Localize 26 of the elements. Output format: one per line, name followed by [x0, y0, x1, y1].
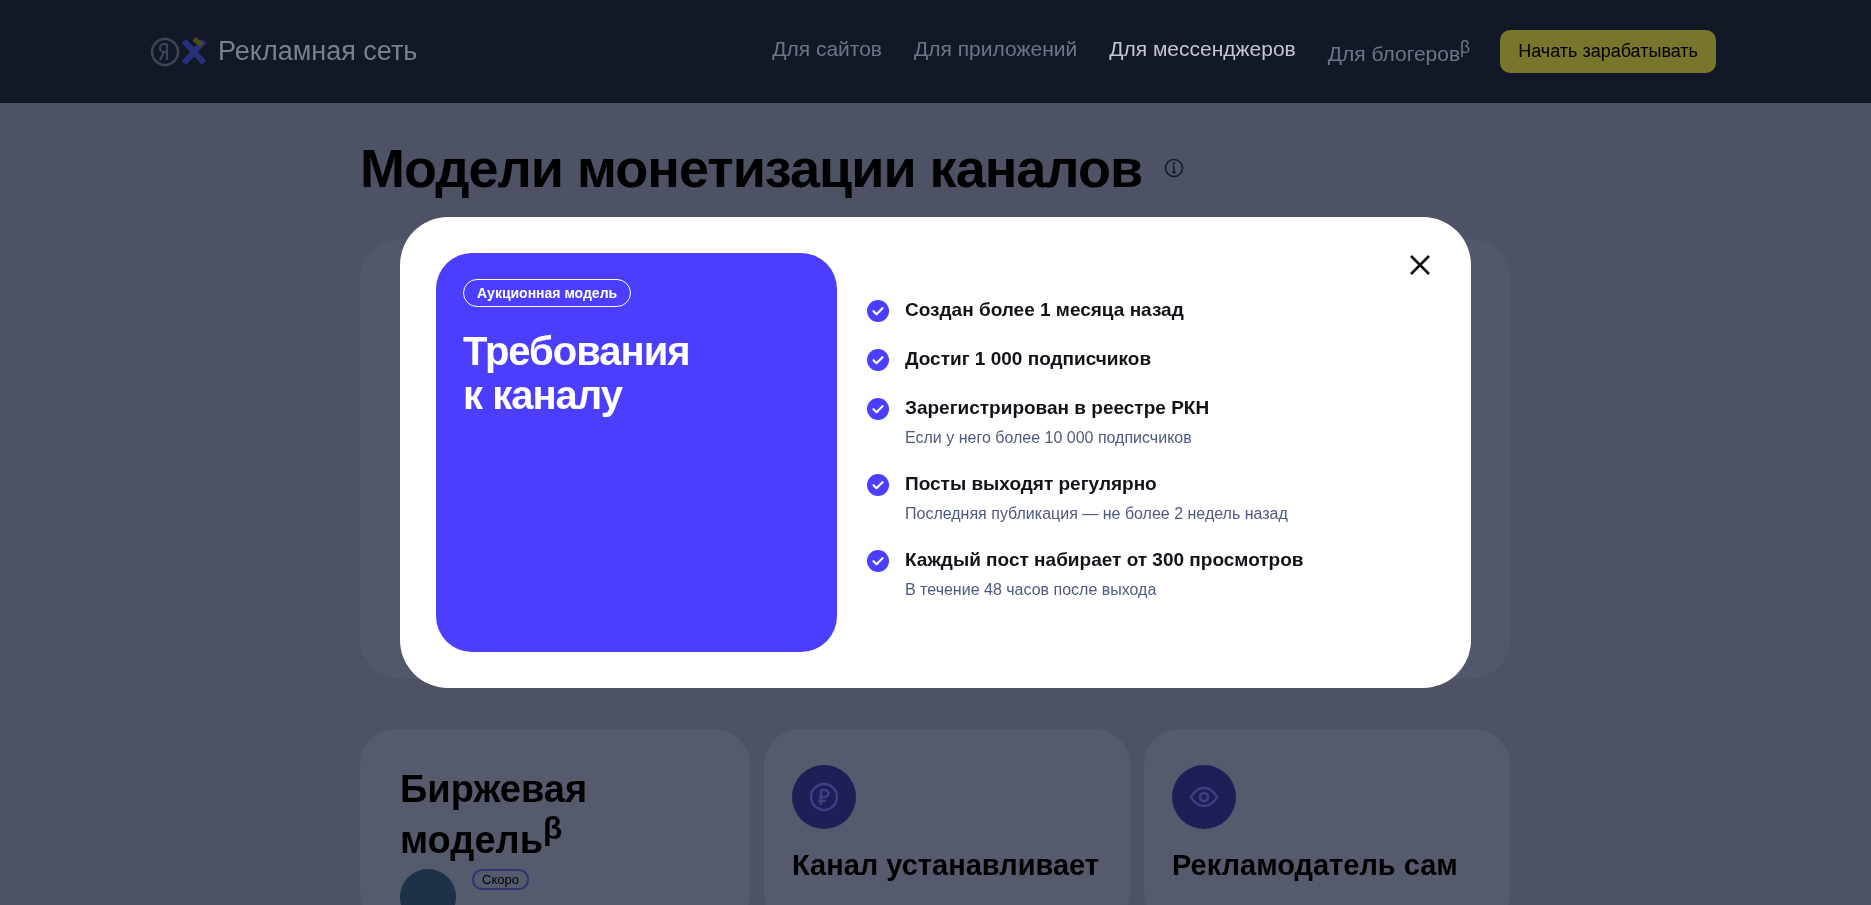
requirement-note: Если у него более 10 000 подписчиков: [905, 429, 1193, 447]
check-icon: [867, 398, 889, 420]
card-title: Канал устанавливает: [792, 849, 1101, 882]
check-icon: [867, 349, 889, 371]
check-icon: [867, 300, 889, 322]
start-earning-button[interactable]: Начать зарабатывать: [1500, 30, 1716, 73]
card-title: Биржевая модель$^{β}$: [400, 769, 589, 862]
requirement-note: Последняя публикация — не более 2 недель назад: [905, 505, 1288, 523]
nav-link[interactable]: Для мессенджеров: [1109, 37, 1296, 66]
info-icon[interactable]: [1164, 158, 1185, 178]
logo-text[interactable]: Рекламная сеть: [218, 36, 418, 67]
card-title: Рекламодатель сам: [1172, 849, 1459, 882]
nav-link[interactable]: Для приложений: [914, 37, 1078, 66]
soon-badge: Скоро: [472, 869, 529, 891]
requirement-note: В течение 48 часов после выхода: [905, 581, 1158, 599]
check-icon: [867, 474, 889, 496]
nav-link[interactable]: Для сайтов: [772, 37, 882, 66]
panel-title: Требования к каналу: [463, 329, 688, 417]
requirement-title: Каждый пост набирает от 300 просмотров: [905, 549, 1304, 571]
requirement-title: Посты выходят регулярно: [905, 473, 1158, 495]
nav-link[interactable]: Для блогеров$^{β}$: [1327, 37, 1471, 66]
requirement-title: Зарегистрирован в реестре РКН: [905, 397, 1210, 419]
page-title: Модели монетизации каналов: [360, 137, 1143, 199]
requirement-title: Создан более 1 месяца назад: [905, 299, 1184, 321]
check-icon: [867, 550, 889, 572]
requirement-title: Достиг 1 000 подписчиков: [905, 348, 1152, 370]
